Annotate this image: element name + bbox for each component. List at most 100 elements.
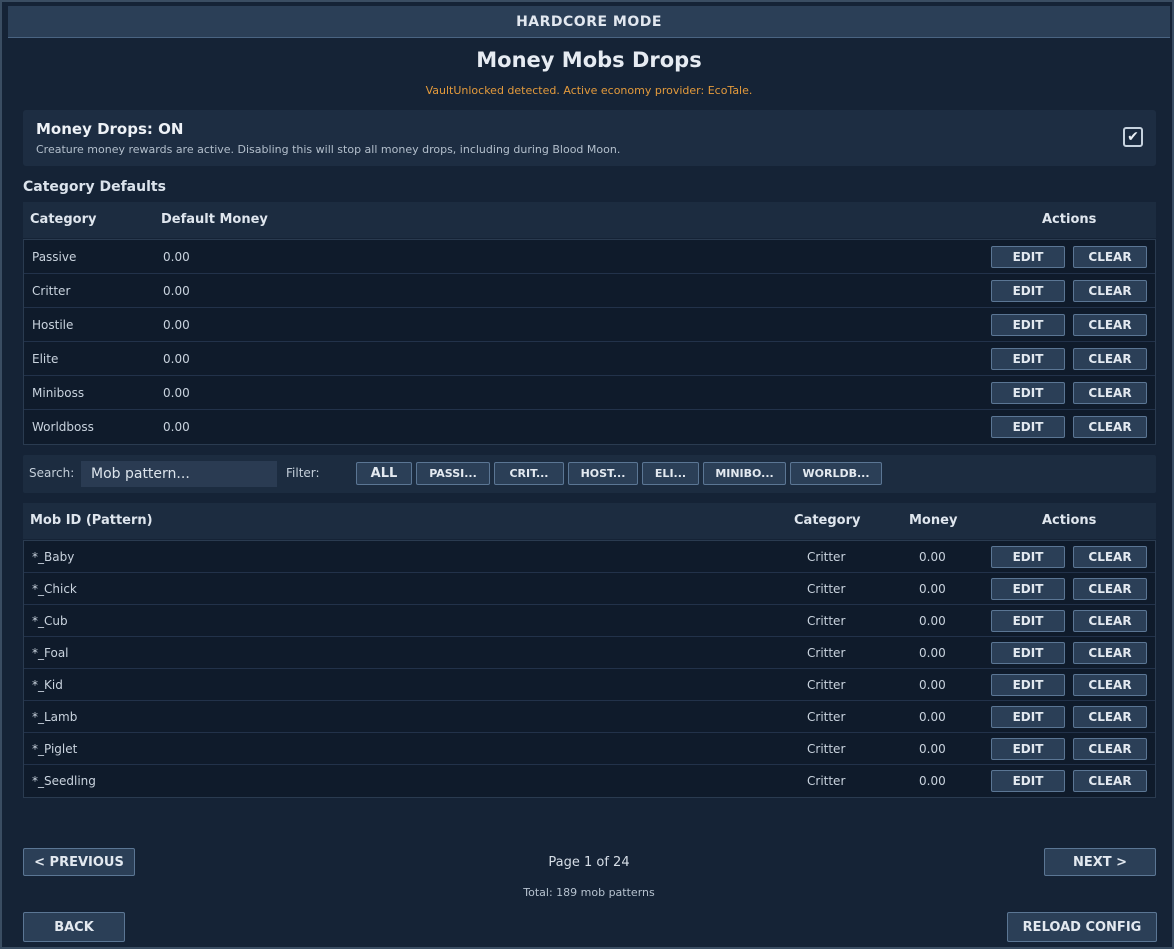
edit-button[interactable]: EDIT: [991, 642, 1065, 664]
clear-button[interactable]: CLEAR: [1073, 674, 1147, 696]
mob-category: Critter: [807, 550, 846, 564]
category-row: Worldboss 0.00 EDIT CLEAR: [24, 410, 1155, 444]
money-drops-status: Money Drops: ON: [36, 120, 184, 138]
checkmark-icon: ✔: [1127, 129, 1139, 145]
category-name: Critter: [32, 284, 71, 298]
category-name: Hostile: [32, 318, 74, 332]
window-title: HARDCORE MODE: [516, 13, 662, 30]
filter-button[interactable]: MINIBO...: [703, 462, 786, 485]
clear-button[interactable]: CLEAR: [1073, 578, 1147, 600]
filter-button[interactable]: ALL: [356, 462, 412, 485]
table-row: *_Piglet Critter 0.00 EDIT CLEAR: [24, 733, 1155, 765]
mob-money: 0.00: [919, 742, 946, 756]
next-page-button[interactable]: NEXT >: [1044, 848, 1156, 876]
category-name: Miniboss: [32, 386, 85, 400]
edit-button[interactable]: EDIT: [991, 738, 1065, 760]
edit-button[interactable]: EDIT: [991, 546, 1065, 568]
mob-money: 0.00: [919, 774, 946, 788]
category-money: 0.00: [163, 250, 190, 264]
money-drops-checkbox[interactable]: ✔: [1123, 127, 1143, 147]
table-row: *_Foal Critter 0.00 EDIT CLEAR: [24, 637, 1155, 669]
reload-config-button[interactable]: RELOAD CONFIG: [1007, 912, 1157, 942]
table-row: *_Seedling Critter 0.00 EDIT CLEAR: [24, 765, 1155, 797]
edit-button[interactable]: EDIT: [991, 610, 1065, 632]
mob-category: Critter: [807, 678, 846, 692]
mob-category: Critter: [807, 646, 846, 660]
edit-button[interactable]: EDIT: [991, 314, 1065, 336]
filter-button[interactable]: CRIT...: [494, 462, 564, 485]
table-row: *_Chick Critter 0.00 EDIT CLEAR: [24, 573, 1155, 605]
clear-button[interactable]: CLEAR: [1073, 610, 1147, 632]
window-title-bar: HARDCORE MODE: [8, 6, 1170, 38]
mob-category: Critter: [807, 582, 846, 596]
mob-id: *_Seedling: [32, 774, 96, 788]
total-count: Total: 189 mob patterns: [523, 886, 655, 899]
category-name: Passive: [32, 250, 77, 264]
mob-id: *_Foal: [32, 646, 69, 660]
edit-button[interactable]: EDIT: [991, 246, 1065, 268]
filter-button[interactable]: HOST...: [568, 462, 638, 485]
mob-money: 0.00: [919, 614, 946, 628]
edit-button[interactable]: EDIT: [991, 382, 1065, 404]
clear-button[interactable]: CLEAR: [1073, 546, 1147, 568]
edit-button[interactable]: EDIT: [991, 280, 1065, 302]
edit-button[interactable]: EDIT: [991, 416, 1065, 438]
edit-button[interactable]: EDIT: [991, 348, 1065, 370]
filter-label: Filter:: [286, 466, 320, 480]
back-button[interactable]: BACK: [23, 912, 125, 942]
category-money: 0.00: [163, 420, 190, 434]
header-mob-money: Money: [909, 513, 958, 528]
mob-id: *_Chick: [32, 582, 77, 596]
page-indicator: Page 1 of 24: [548, 855, 630, 870]
money-drops-toggle-panel: Money Drops: ON Creature money rewards a…: [23, 110, 1156, 166]
category-row: Passive 0.00 EDIT CLEAR: [24, 240, 1155, 274]
search-input[interactable]: [81, 461, 277, 487]
category-name: Worldboss: [32, 420, 94, 434]
filter-button[interactable]: PASSI...: [416, 462, 490, 485]
search-label: Search:: [29, 466, 75, 480]
header-mob-category: Category: [794, 513, 861, 528]
category-name: Elite: [32, 352, 59, 366]
clear-button[interactable]: CLEAR: [1073, 770, 1147, 792]
mob-id: *_Baby: [32, 550, 75, 564]
economy-notice: VaultUnlocked detected. Active economy p…: [425, 84, 753, 97]
edit-button[interactable]: EDIT: [991, 706, 1065, 728]
mob-money: 0.00: [919, 678, 946, 692]
category-defaults-header: Category Default Money Actions: [23, 202, 1156, 238]
edit-button[interactable]: EDIT: [991, 674, 1065, 696]
header-actions: Actions: [1042, 212, 1097, 227]
edit-button[interactable]: EDIT: [991, 578, 1065, 600]
mob-id: *_Cub: [32, 614, 68, 628]
clear-button[interactable]: CLEAR: [1073, 642, 1147, 664]
edit-button[interactable]: EDIT: [991, 770, 1065, 792]
clear-button[interactable]: CLEAR: [1073, 314, 1147, 336]
category-defaults-title: Category Defaults: [23, 179, 166, 195]
header-mob-id: Mob ID (Pattern): [30, 513, 153, 528]
mobs-table: *_Baby Critter 0.00 EDIT CLEAR *_Chick Critter…: [23, 540, 1156, 798]
main-window: HARDCORE MODE Money Mobs Drops VaultUnlo…: [0, 0, 1174, 949]
table-row: *_Cub Critter 0.00 EDIT CLEAR: [24, 605, 1155, 637]
table-row: *_Baby Critter 0.00 EDIT CLEAR: [24, 541, 1155, 573]
mob-category: Critter: [807, 710, 846, 724]
filter-button[interactable]: WORLDB...: [790, 462, 882, 485]
clear-button[interactable]: CLEAR: [1073, 348, 1147, 370]
clear-button[interactable]: CLEAR: [1073, 382, 1147, 404]
header-default-money: Default Money: [161, 212, 268, 227]
page-title: Money Mobs Drops: [476, 48, 702, 72]
category-row: Critter 0.00 EDIT CLEAR: [24, 274, 1155, 308]
clear-button[interactable]: CLEAR: [1073, 416, 1147, 438]
clear-button[interactable]: CLEAR: [1073, 738, 1147, 760]
clear-button[interactable]: CLEAR: [1073, 706, 1147, 728]
category-defaults-table: Passive 0.00 EDIT CLEAR Critter 0.00 EDIT CLEAR…: [23, 239, 1156, 445]
category-money: 0.00: [163, 318, 190, 332]
mob-money: 0.00: [919, 550, 946, 564]
header-category: Category: [30, 212, 97, 227]
clear-button[interactable]: CLEAR: [1073, 280, 1147, 302]
clear-button[interactable]: CLEAR: [1073, 246, 1147, 268]
mob-category: Critter: [807, 614, 846, 628]
mob-id: *_Kid: [32, 678, 63, 692]
mob-category: Critter: [807, 742, 846, 756]
category-row: Miniboss 0.00 EDIT CLEAR: [24, 376, 1155, 410]
filter-button[interactable]: ELI...: [642, 462, 699, 485]
mob-money: 0.00: [919, 646, 946, 660]
